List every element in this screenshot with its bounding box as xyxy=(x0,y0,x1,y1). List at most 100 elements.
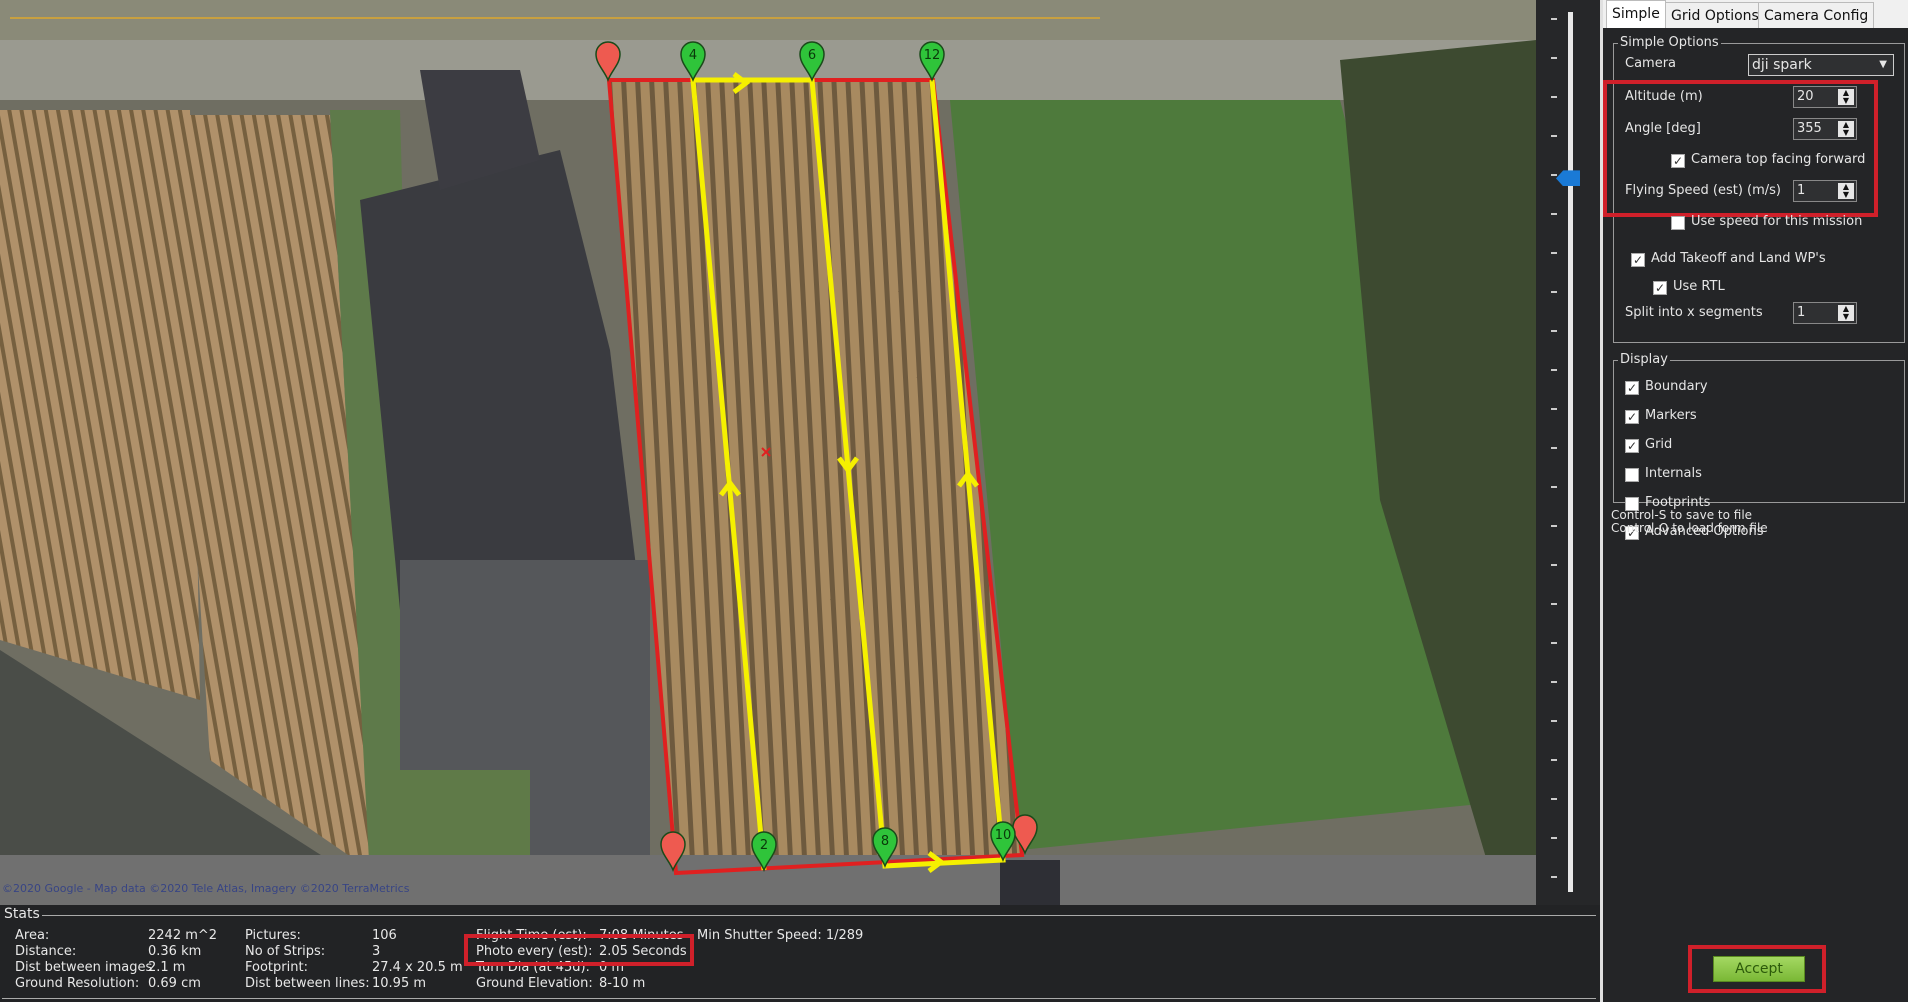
zoom-tick xyxy=(1551,603,1557,605)
path-direction-arrow-icon xyxy=(732,72,751,94)
zoom-tick xyxy=(1551,96,1557,98)
survey-options-panel: Simple Grid Options Camera Config Simple… xyxy=(1600,0,1908,1002)
boundary-marker[interactable] xyxy=(595,41,621,83)
accept-button[interactable]: Accept xyxy=(1713,956,1805,982)
zoom-tick xyxy=(1551,252,1557,254)
display-item-label: Markers xyxy=(1645,408,1697,423)
stat-value: 3 xyxy=(372,944,381,959)
zoom-tick xyxy=(1551,642,1557,644)
zoom-tick xyxy=(1551,291,1557,293)
stat-label: No of Strips: xyxy=(245,944,326,959)
stat-label: Dist between lines: xyxy=(245,976,370,991)
stat-label: Pictures: xyxy=(245,928,301,943)
use-speed-checkbox[interactable] xyxy=(1671,216,1685,230)
zoom-tick xyxy=(1551,213,1557,215)
zoom-slider-thumb[interactable] xyxy=(1556,170,1580,187)
zoom-tick xyxy=(1551,876,1557,878)
chevron-down-icon: ▼ xyxy=(1879,59,1887,70)
boundary-marker[interactable] xyxy=(660,831,686,873)
map-attribution: ©2020 Google - Map data ©2020 Tele Atlas… xyxy=(2,882,410,895)
zoom-tick xyxy=(1551,57,1557,59)
display-title: Display xyxy=(1618,352,1670,367)
zoom-tick xyxy=(1551,18,1557,20)
stat-value: 10.95 m xyxy=(372,976,427,991)
zoom-tick xyxy=(1551,330,1557,332)
display-grid-checkbox[interactable]: ✓ xyxy=(1625,439,1639,453)
stats-title: Stats xyxy=(2,906,42,922)
waypoint-label: 2 xyxy=(760,838,768,853)
stat-value: 0.69 cm xyxy=(148,976,201,991)
min-shutter-speed: Min Shutter Speed: 1/289 xyxy=(697,928,864,943)
map-view[interactable]: 4 6 12 2 8 10 ©2020 Google - Map data ©2020 T… xyxy=(0,0,1536,905)
zoom-tick xyxy=(1551,798,1557,800)
zoom-tick xyxy=(1551,837,1557,839)
tab-bar: Simple Grid Options Camera Config xyxy=(1603,0,1908,28)
split-input[interactable]: 1 ▲ ▼ xyxy=(1793,302,1857,324)
stat-label: Area: xyxy=(15,928,50,943)
zoom-slider[interactable] xyxy=(1536,0,1600,905)
display-internals-checkbox[interactable] xyxy=(1625,468,1639,482)
zoom-tick xyxy=(1551,681,1557,683)
load-hint: Control-O to load form file xyxy=(1611,521,1768,535)
waypoint-marker[interactable]: 4 xyxy=(680,41,706,83)
zoom-tick xyxy=(1551,720,1557,722)
takeoff-land-checkbox[interactable]: ✓ xyxy=(1631,253,1645,267)
stat-label: Footprint: xyxy=(245,960,308,975)
waypoint-marker[interactable]: 6 xyxy=(799,41,825,83)
survey-boundary xyxy=(606,78,1025,876)
map-pin-icon xyxy=(660,831,686,873)
display-item-label: Internals xyxy=(1645,466,1702,481)
highlight-box xyxy=(1603,80,1878,217)
zoom-tick xyxy=(1551,759,1557,761)
polygon-center-marker-icon xyxy=(761,447,771,457)
stat-value: 0.36 km xyxy=(148,944,202,959)
display-item-label: Boundary xyxy=(1645,379,1708,394)
stats-panel: Stats Area: 2242 m^2 Distance: 0.36 km Dis… xyxy=(0,905,1600,1002)
waypoint-marker[interactable]: 12 xyxy=(919,41,945,83)
stat-label: Ground Resolution: xyxy=(15,976,140,991)
display-markers-checkbox[interactable]: ✓ xyxy=(1625,410,1639,424)
zoom-slider-track[interactable] xyxy=(1568,12,1573,892)
zoom-tick xyxy=(1551,447,1557,449)
camera-label: Camera xyxy=(1625,56,1677,71)
stat-label: Ground Elevation: xyxy=(476,976,593,991)
flight-path xyxy=(690,77,1006,871)
tab-simple[interactable]: Simple xyxy=(1606,0,1666,28)
stat-value: 27.4 x 20.5 m xyxy=(372,960,463,975)
zoom-tick xyxy=(1551,135,1557,137)
camera-select[interactable]: dji spark ▼ xyxy=(1748,54,1894,76)
zoom-tick xyxy=(1551,408,1557,410)
split-value: 1 xyxy=(1797,305,1806,320)
waypoint-label: 10 xyxy=(995,828,1012,843)
split-label: Split into x segments xyxy=(1625,305,1763,320)
waypoint-label: 12 xyxy=(924,48,941,63)
takeoff-land-label: Add Takeoff and Land WP's xyxy=(1651,251,1826,266)
mission-overlay: 4 6 12 2 8 10 xyxy=(595,41,1038,876)
stat-value: 8-10 m xyxy=(599,976,646,991)
zoom-tick xyxy=(1551,174,1557,176)
tab-grid-options[interactable]: Grid Options xyxy=(1665,2,1765,28)
save-hint: Control-S to save to file xyxy=(1611,508,1753,522)
waypoint-marker[interactable]: 2 xyxy=(751,831,777,873)
map-pin-icon xyxy=(1012,814,1038,856)
photo-every-highlight-box xyxy=(464,934,694,966)
use-rtl-checkbox[interactable]: ✓ xyxy=(1653,281,1667,295)
waypoint-label: 8 xyxy=(881,834,889,849)
stat-value: 106 xyxy=(372,928,397,943)
zoom-tick xyxy=(1551,369,1557,371)
simple-options-title: Simple Options xyxy=(1618,35,1721,50)
tab-camera-config[interactable]: Camera Config xyxy=(1758,2,1875,28)
waypoint-label: 4 xyxy=(689,48,697,63)
camera-select-value: dji spark xyxy=(1752,57,1812,73)
display-boundary-checkbox[interactable]: ✓ xyxy=(1625,381,1639,395)
stat-value: 2242 m^2 xyxy=(148,928,218,943)
map-pin-icon xyxy=(595,41,621,83)
zoom-tick xyxy=(1551,486,1557,488)
display-item-label: Grid xyxy=(1645,437,1673,452)
split-spinner-icon[interactable]: ▲ ▼ xyxy=(1838,305,1854,321)
zoom-tick xyxy=(1551,564,1557,566)
boundary-marker[interactable] xyxy=(1012,814,1038,856)
use-rtl-label: Use RTL xyxy=(1673,279,1725,294)
stat-label: Dist between images xyxy=(15,960,153,975)
zoom-tick xyxy=(1551,525,1557,527)
